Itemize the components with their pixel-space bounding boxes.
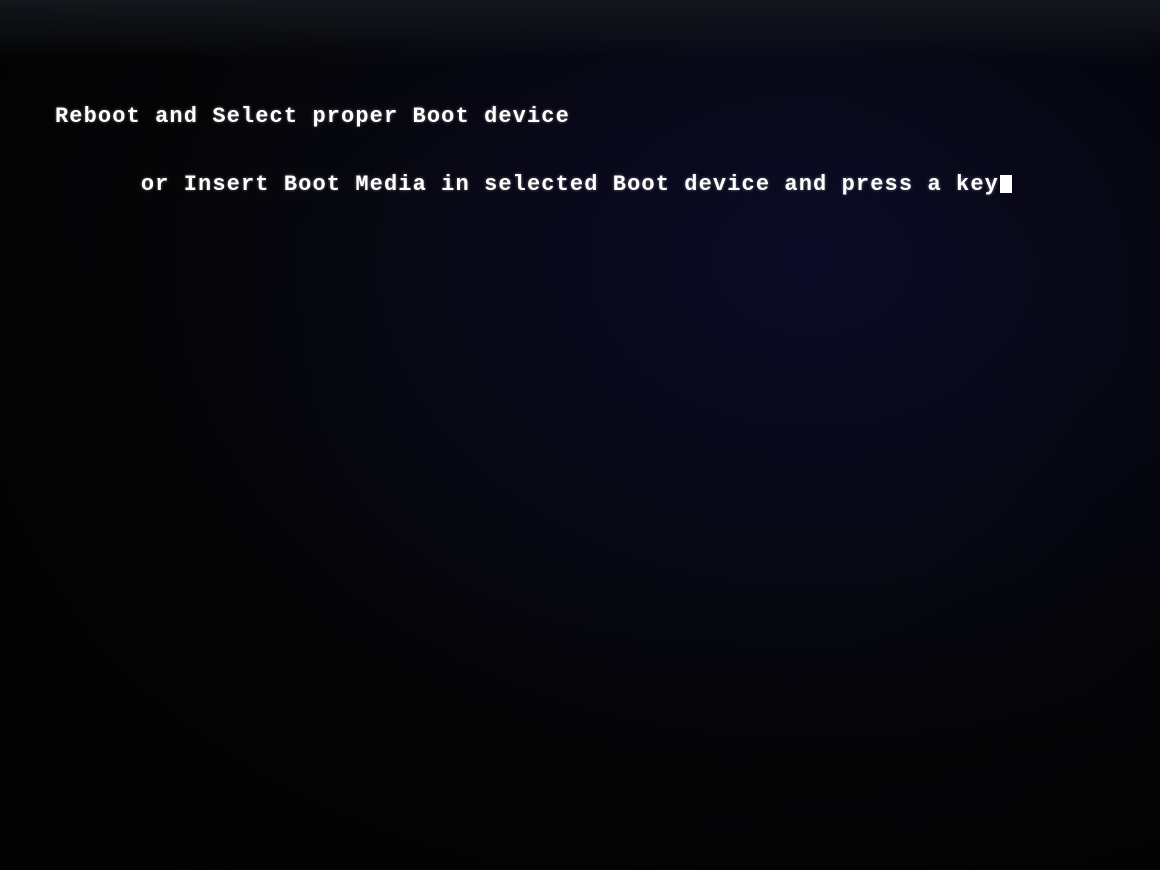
bios-message-line1: Reboot and Select proper Boot device bbox=[55, 100, 1012, 134]
bios-message-line2: or Insert Boot Media in selected Boot de… bbox=[55, 134, 1012, 236]
bios-message-line2-text: or Insert Boot Media in selected Boot de… bbox=[141, 172, 999, 197]
bios-message-area: Reboot and Select proper Boot device or … bbox=[55, 100, 1012, 236]
bios-cursor bbox=[1000, 175, 1012, 193]
monitor-screen: Reboot and Select proper Boot device or … bbox=[0, 0, 1160, 870]
